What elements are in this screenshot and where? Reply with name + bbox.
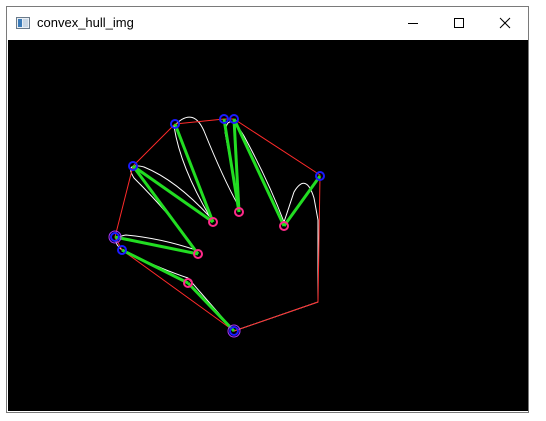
minimize-button[interactable] [390, 7, 436, 39]
window-title: convex_hull_img [37, 15, 134, 30]
maximize-icon [454, 18, 464, 28]
defect-points [183, 207, 289, 288]
title-bar[interactable]: convex_hull_img [7, 7, 528, 39]
convex-hull [114, 118, 321, 332]
maximize-button[interactable] [436, 7, 482, 39]
minimize-icon [408, 23, 418, 24]
opencv-window-icon [16, 17, 30, 29]
close-button[interactable] [482, 7, 528, 39]
convex-hull-image [108, 114, 325, 338]
defect-lines [114, 118, 322, 333]
image-canvas [8, 40, 528, 411]
app-window: convex_hull_img [6, 6, 529, 413]
hull-points [110, 114, 325, 336]
close-icon [499, 17, 511, 29]
